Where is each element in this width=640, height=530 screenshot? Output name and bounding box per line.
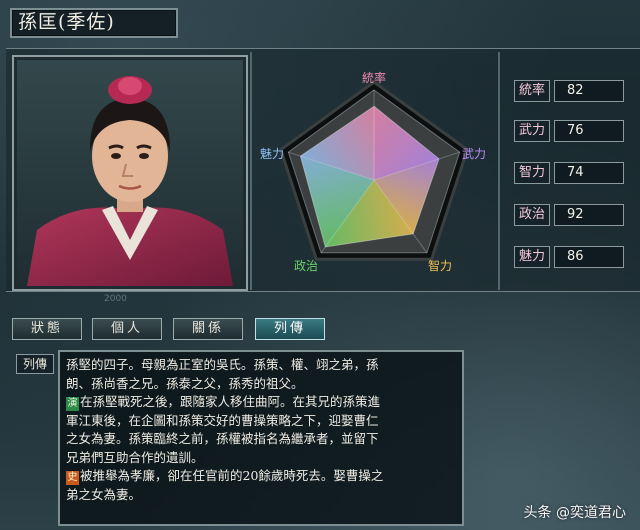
tab-relations[interactable]: 關係 [173,318,243,340]
tab-biography[interactable]: 列傳 [255,318,325,340]
stat-value: 76 [554,120,624,142]
character-name: 孫匡(季佐) [10,8,178,38]
biography-section-label: 列傳 [16,354,54,374]
stat-value: 74 [554,162,624,184]
bio-line: 之女為妻。孫策臨終之前，孫權被指名為繼承者，並留下 [66,431,379,446]
stat-row: 統率 82 [514,80,626,102]
bio-line: 弟之女為妻。 [66,486,142,502]
portrait-frame [12,55,248,291]
bio-line: 演在孫堅戰死之後，跟隨家人移住曲阿。在其兄的孫策進 [66,394,381,411]
radar-axis-label: 政治 [294,259,318,273]
radar-axis-label: 智力 [428,258,452,273]
stat-label: 政治 [514,204,550,226]
radar-axis-label: 魅力 [260,146,284,161]
radar-axis-label: 武力 [462,147,486,161]
biography-text-box: 孫堅的四子。母親為正室的吳氏。孫策、權、翊之弟，孫 朗、孫尚香之兄。孫泰之父，孫… [58,350,464,526]
radar-axis-label: 統率 [362,70,386,85]
year-mark: 2000 [104,294,127,304]
stat-value: 82 [554,80,624,102]
panel-divider [498,52,500,290]
character-portrait [17,60,243,286]
stat-value: 92 [554,204,624,226]
tab-personal[interactable]: 個人 [92,318,162,340]
bio-line: 兄弟們互助合作的遺訓。 [66,449,204,465]
stat-label: 統率 [514,80,550,102]
stat-row: 政治 92 [514,204,626,226]
romance-icon: 演 [66,397,79,411]
bio-line: 朗、孫尚香之兄。孫泰之父，孫秀的祖父。 [66,375,304,391]
stat-row: 武力 76 [514,120,626,142]
stat-label: 魅力 [514,246,550,268]
stat-value: 86 [554,246,624,268]
stat-row: 智力 74 [514,162,626,184]
history-icon: 史 [66,471,79,485]
stat-label: 智力 [514,162,550,184]
tab-status[interactable]: 狀態 [12,318,82,340]
bio-line: 史被推舉為孝廉，卻在任官前的20餘歲時死去。娶曹操之 [66,468,384,485]
stat-label: 武力 [514,120,550,142]
stat-row: 魅力 86 [514,246,626,268]
stats-radar-chart: 統率武力智力 政治 魅力 [260,70,486,273]
watermark: 头条 @奕道君心 [523,505,626,521]
bio-line: 孫堅的四子。母親為正室的吳氏。孫策、權、翊之弟，孫 [66,357,379,372]
bio-line: 軍江東後，在企圖和孫策交好的曹操策略之下，迎娶曹仁 [66,412,379,428]
